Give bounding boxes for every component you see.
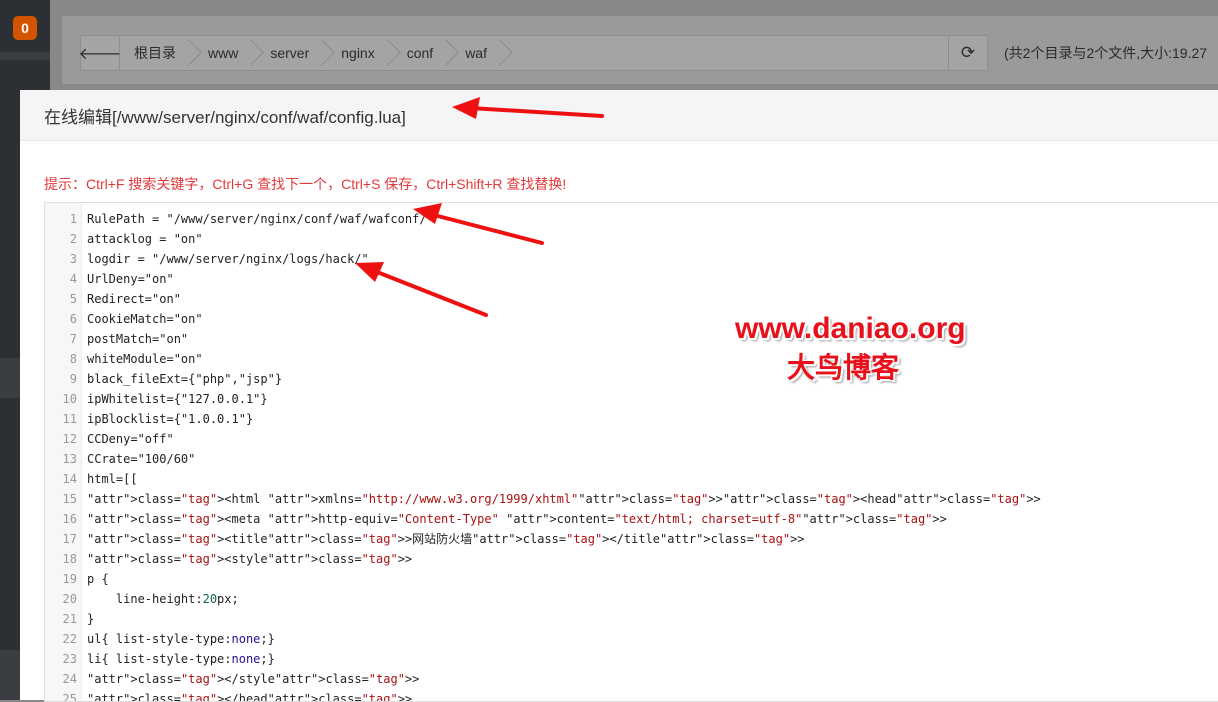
breadcrumb-item[interactable]: www [194, 36, 256, 70]
line-number: 17 [62, 532, 77, 546]
code-line: 9 black_fileExt={"php","jsp"} [45, 369, 1218, 389]
line-number: 9 [69, 372, 77, 386]
code-line: 12 CCDeny="off" [45, 429, 1218, 449]
code-text: "attr">class="tag"><html "attr">xmlns="h… [87, 492, 1041, 506]
line-number: 15 [62, 492, 77, 506]
code-text: CCrate="100/60" [87, 452, 196, 466]
code-line: 22 ul{ list-style-type:none;} [45, 629, 1218, 649]
code-text: li{ list-style-type:none;} [87, 652, 275, 666]
code-line: 7 postMatch="on" [45, 329, 1218, 349]
line-number: 11 [62, 412, 77, 426]
line-number: 21 [62, 612, 77, 626]
code-text: UrlDeny="on" [87, 272, 174, 286]
line-number: 19 [62, 572, 77, 586]
code-line: 25 "attr">class="tag"></head"attr">class=… [45, 689, 1218, 702]
code-text: ipWhitelist={"127.0.0.1"} [87, 392, 268, 406]
code-line: 19 p { [45, 569, 1218, 589]
line-number: 8 [69, 352, 77, 366]
line-number: 14 [62, 472, 77, 486]
code-text: "attr">class="tag"><title"attr">class="t… [87, 532, 805, 546]
line-number: 12 [62, 432, 77, 446]
arrow-left-icon: 🡐 [78, 45, 122, 63]
code-text: html=[[ [87, 472, 138, 486]
line-number: 25 [62, 692, 77, 702]
watermark-name: 大鸟博客 [787, 351, 900, 384]
code-line: 21} [45, 609, 1218, 629]
code-text: "attr">class="tag"></style"attr">class="… [87, 672, 420, 686]
line-number: 20 [62, 592, 77, 606]
code-line: 3 logdir = "/www/server/nginx/logs/hack/" [45, 249, 1218, 269]
code-text: Redirect="on" [87, 292, 181, 306]
breadcrumb-item[interactable]: nginx [327, 36, 392, 70]
line-number: 7 [69, 332, 77, 346]
code-line: 14 html=[[ [45, 469, 1218, 489]
code-text: ipBlocklist={"1.0.0.1"} [87, 412, 254, 426]
code-line: 5 Redirect="on" [45, 289, 1218, 309]
code-text: "attr">class="tag"><style"attr">class="t… [87, 552, 413, 566]
line-number: 18 [62, 552, 77, 566]
sidebar-band [0, 52, 50, 60]
code-line: 4 UrlDeny="on" [45, 269, 1218, 289]
line-number: 6 [69, 312, 77, 326]
code-line: 10 ipWhitelist={"127.0.0.1"} [45, 389, 1218, 409]
code-line: 11 ipBlocklist={"1.0.0.1"} [45, 409, 1218, 429]
code-text: CCDeny="off" [87, 432, 174, 446]
code-line: 17 "attr">class="tag"><title"attr">class=… [45, 529, 1218, 549]
code-text: whiteModule="on" [87, 352, 203, 366]
code-line: 18 "attr">class="tag"><style"attr">class=… [45, 549, 1218, 569]
code-line: 13 CCrate="100/60" [45, 449, 1218, 469]
line-number: 1 [69, 212, 77, 226]
line-number: 4 [69, 272, 77, 286]
code-text: ul{ list-style-type:none;} [87, 632, 275, 646]
code-text: "attr">class="tag"></head"attr">class="t… [87, 692, 413, 702]
notification-badge[interactable]: 0 [13, 16, 37, 40]
code-line: 1 RulePath = "/www/server/nginx/conf/waf/… [45, 209, 1218, 229]
code-text: line-height:20px; [87, 592, 239, 606]
line-number: 13 [62, 452, 77, 466]
line-number: 3 [69, 252, 77, 266]
refresh-button[interactable]: ⟳ [948, 36, 987, 70]
code-line: 2 attacklog = "on" [45, 229, 1218, 249]
code-line: 15 "attr">class="tag"><html "attr">xmlns=… [45, 489, 1218, 509]
line-number: 24 [62, 672, 77, 686]
breadcrumb-item[interactable]: waf [451, 36, 505, 70]
line-number: 16 [62, 512, 77, 526]
code-line: 24 "attr">class="tag"></style"attr">class… [45, 669, 1218, 689]
code-text: attacklog = "on" [87, 232, 203, 246]
directory-summary: (共2个目录与2个文件,大小:19.27 [1004, 45, 1208, 61]
editor-hint: 提示：Ctrl+F 搜索关键字，Ctrl+G 查找下一个，Ctrl+S 保存，C… [44, 176, 567, 192]
code-editor[interactable]: 1 RulePath = "/www/server/nginx/conf/waf/… [44, 202, 1218, 702]
dialog-title: 在线编辑[/www/server/nginx/conf/waf/config.l… [20, 90, 1218, 141]
back-button[interactable]: 🡐 [78, 36, 122, 70]
code-text: postMatch="on" [87, 332, 189, 346]
code-line: 6 CookieMatch="on" [45, 309, 1218, 329]
code-text: CookieMatch="on" [87, 312, 203, 326]
watermark-site: www.daniao.org [735, 312, 966, 345]
breadcrumb-item[interactable]: 根目录 [120, 36, 194, 70]
code-text: } [87, 612, 95, 626]
code-line: 8 whiteModule="on" [45, 349, 1218, 369]
breadcrumb-item[interactable]: server [256, 36, 327, 70]
line-number: 23 [62, 652, 77, 666]
code-text: p { [87, 572, 109, 586]
editor-dialog: 在线编辑[/www/server/nginx/conf/waf/config.l… [20, 90, 1218, 702]
line-number: 22 [62, 632, 77, 646]
line-number: 10 [62, 392, 77, 406]
refresh-icon: ⟳ [960, 43, 976, 62]
line-number: 5 [69, 292, 77, 306]
breadcrumb-item[interactable]: conf [393, 36, 451, 70]
code-text: RulePath = "/www/server/nginx/conf/waf/w… [87, 212, 434, 226]
code-text: "attr">class="tag"><meta "attr">http-equ… [87, 512, 947, 526]
code-line: 16 "attr">class="tag"><meta "attr">http-e… [45, 509, 1218, 529]
line-number: 2 [69, 232, 77, 246]
code-text: black_fileExt={"php","jsp"} [87, 372, 283, 386]
code-text: logdir = "/www/server/nginx/logs/hack/" [87, 252, 369, 266]
code-line: 20 line-height:20px; [45, 589, 1218, 609]
breadcrumb: 🡐 根目录 www server nginx conf waf ⟳ [78, 35, 988, 71]
code-line: 23 li{ list-style-type:none;} [45, 649, 1218, 669]
